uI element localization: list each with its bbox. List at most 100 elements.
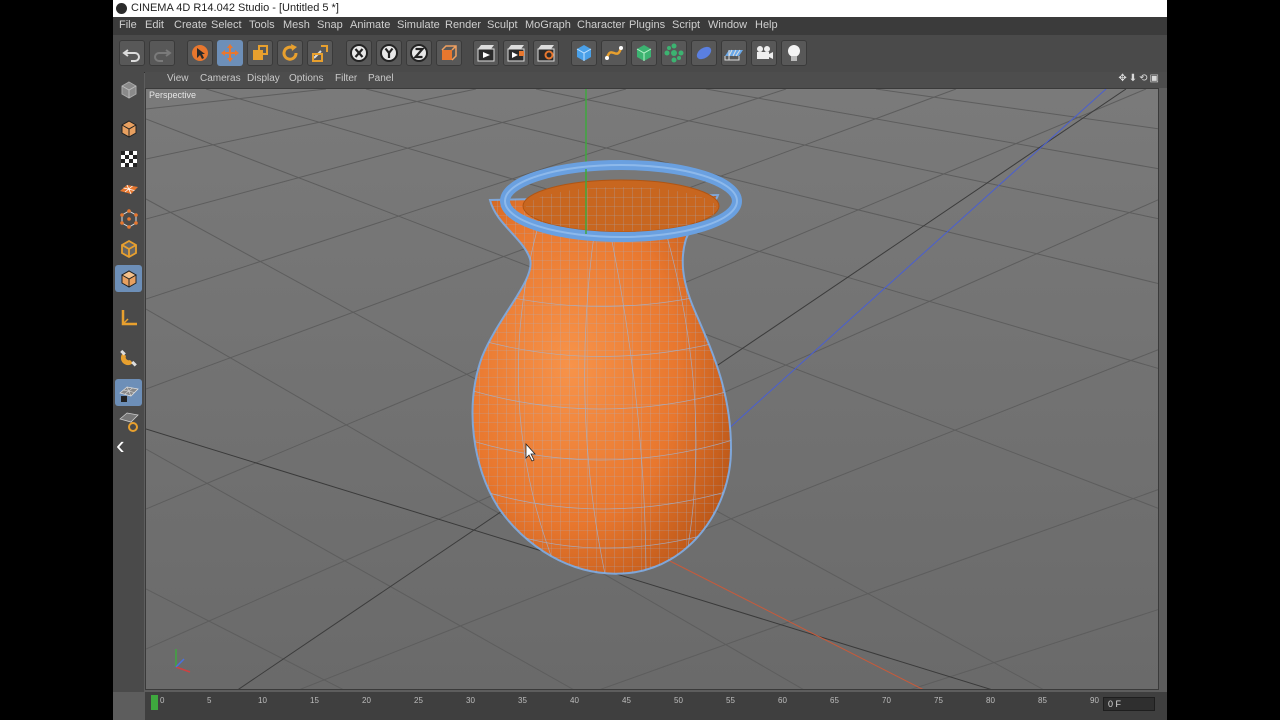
recent-tools-icon <box>312 45 328 62</box>
redo-button[interactable] <box>149 40 175 66</box>
x-axis-lock-icon <box>350 44 368 62</box>
timeline-tick: 0 <box>160 696 165 705</box>
edit-render-settings-icon <box>537 45 555 62</box>
redo-icon <box>154 49 172 62</box>
timeline-tick: 20 <box>362 696 371 705</box>
menu-help[interactable]: Help <box>755 19 778 31</box>
menu-window[interactable]: Window <box>708 19 747 31</box>
timeline-tick: 75 <box>934 696 943 705</box>
workplane-mode-icon <box>119 184 138 194</box>
snapping-button[interactable] <box>115 343 142 370</box>
nurbs-icon <box>636 45 652 61</box>
menu-animate[interactable]: Animate <box>350 19 390 31</box>
snapping-icon <box>119 349 137 367</box>
make-editable-button[interactable] <box>115 76 142 103</box>
render-view-icon <box>477 45 495 62</box>
live-selection-icon <box>192 45 208 61</box>
soft-selection-icon <box>118 412 139 432</box>
render-view-button[interactable] <box>473 40 499 66</box>
menu-tools[interactable]: Tools <box>249 19 275 31</box>
back-arrow-icon[interactable]: ‹ <box>116 430 134 460</box>
workplane-lock-button[interactable] <box>115 379 142 406</box>
floor-button[interactable] <box>721 40 747 66</box>
viewport-menu-filter[interactable]: Filter <box>335 73 357 84</box>
coordinate-system-button[interactable] <box>436 40 462 66</box>
undo-button[interactable] <box>119 40 145 66</box>
spline-button[interactable] <box>601 40 627 66</box>
window-title: CINEMA 4D R14.042 Studio - [Untitled 5 *… <box>131 2 339 14</box>
menu-file[interactable]: File <box>119 19 137 31</box>
recent-tools-button[interactable] <box>307 40 333 66</box>
live-selection-button[interactable] <box>187 40 213 66</box>
timeline[interactable]: 0 5 10 15 20 25 30 35 40 45 50 55 60 65 … <box>145 692 1167 720</box>
render-picture-viewer-icon <box>507 45 525 62</box>
menu-bar: File Edit Create Select Tools Mesh Snap … <box>113 17 1167 35</box>
menu-simulate[interactable]: Simulate <box>397 19 440 31</box>
camera-button[interactable] <box>751 40 777 66</box>
deformer-button[interactable] <box>691 40 717 66</box>
menu-mograph[interactable]: MoGraph <box>525 19 571 31</box>
mode-palette <box>113 72 144 692</box>
array-icon <box>664 43 684 63</box>
viewport-navigation-icon[interactable]: ✥⬇⟲▣ <box>1118 73 1161 84</box>
nurbs-button[interactable] <box>631 40 657 66</box>
timeline-tick: 50 <box>674 696 683 705</box>
timeline-playhead[interactable] <box>151 695 158 710</box>
menu-edit[interactable]: Edit <box>145 19 164 31</box>
cinema4d-window: CINEMA 4D R14.042 Studio - [Untitled 5 *… <box>113 0 1167 720</box>
command-toolbar <box>113 35 1167 73</box>
menu-character[interactable]: Character <box>577 19 625 31</box>
undo-icon <box>122 49 140 62</box>
z-axis-lock-button[interactable] <box>406 40 432 66</box>
x-axis-lock-button[interactable] <box>346 40 372 66</box>
camera-icon <box>757 46 773 59</box>
axis-mode-button[interactable] <box>115 304 142 331</box>
perspective-viewport[interactable]: Perspective <box>145 88 1159 690</box>
render-picture-viewer-button[interactable] <box>503 40 529 66</box>
menu-render[interactable]: Render <box>445 19 481 31</box>
title-bar: CINEMA 4D R14.042 Studio - [Untitled 5 *… <box>113 0 1167 17</box>
cube-primitive-button[interactable] <box>571 40 597 66</box>
menu-mesh[interactable]: Mesh <box>283 19 310 31</box>
timeline-tick: 65 <box>830 696 839 705</box>
menu-script[interactable]: Script <box>672 19 700 31</box>
texture-mode-button[interactable] <box>115 145 142 172</box>
edit-render-settings-button[interactable] <box>533 40 559 66</box>
timeline-tick: 85 <box>1038 696 1047 705</box>
array-button[interactable] <box>661 40 687 66</box>
edges-mode-button[interactable] <box>115 235 142 262</box>
polygons-mode-icon <box>120 269 137 288</box>
viewport-menu-view[interactable]: View <box>167 73 189 84</box>
current-frame-field[interactable]: 0 F <box>1103 697 1155 711</box>
light-button[interactable] <box>781 40 807 66</box>
y-axis-lock-icon <box>380 44 398 62</box>
menu-sculpt[interactable]: Sculpt <box>487 19 518 31</box>
viewport-menu-display[interactable]: Display <box>247 73 280 84</box>
viewport-menu-options[interactable]: Options <box>289 73 323 84</box>
viewport-menu-cameras[interactable]: Cameras <box>200 73 241 84</box>
timeline-tick: 35 <box>518 696 527 705</box>
edges-mode-icon <box>120 239 137 258</box>
menu-create[interactable]: Create <box>174 19 207 31</box>
move-icon <box>221 44 239 62</box>
viewport-label: Perspective <box>149 90 197 100</box>
timeline-tick: 40 <box>570 696 579 705</box>
timeline-tick: 15 <box>310 696 319 705</box>
timeline-tick: 70 <box>882 696 891 705</box>
points-mode-button[interactable] <box>115 205 142 232</box>
coordinate-system-icon <box>441 45 457 61</box>
workplane-mode-button[interactable] <box>115 175 142 202</box>
rotate-button[interactable] <box>277 40 303 66</box>
viewport-menu-panel[interactable]: Panel <box>368 73 394 84</box>
y-axis-lock-button[interactable] <box>376 40 402 66</box>
menu-plugins[interactable]: Plugins <box>629 19 665 31</box>
polygons-mode-button[interactable] <box>115 265 142 292</box>
scale-button[interactable] <box>247 40 273 66</box>
timeline-tick: 5 <box>207 696 212 705</box>
menu-select[interactable]: Select <box>211 19 242 31</box>
scale-icon <box>253 45 268 60</box>
viewport-menu: View Cameras Display Options Filter Pane… <box>145 72 1167 88</box>
model-mode-button[interactable] <box>115 115 142 142</box>
menu-snap[interactable]: Snap <box>317 19 343 31</box>
move-button[interactable] <box>217 40 243 66</box>
